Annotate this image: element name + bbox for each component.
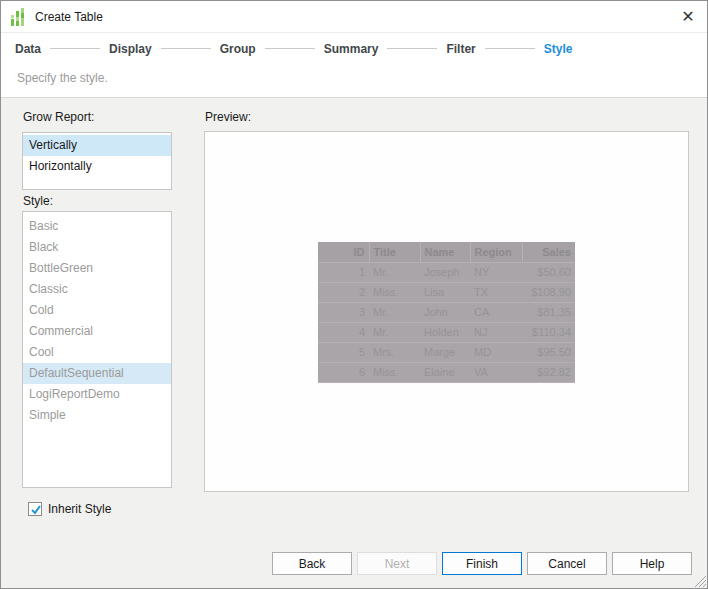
checkmark-icon	[30, 504, 42, 516]
grow-option-vertically[interactable]: Vertically	[23, 135, 171, 156]
step-connector	[50, 48, 100, 49]
preview-table-header: ID Title Name Region Sales	[318, 242, 575, 262]
style-option-classic[interactable]: Classic	[23, 279, 171, 300]
style-option-logireportdemo[interactable]: LogiReportDemo	[23, 384, 171, 405]
inherit-style-label: Inherit Style	[48, 502, 111, 516]
wizard-steps: Data Display Group Summary Filter Style	[15, 34, 572, 63]
step-connector	[161, 48, 211, 49]
style-label: Style:	[23, 194, 53, 208]
close-icon[interactable]: ✕	[679, 8, 697, 26]
step-group[interactable]: Group	[220, 42, 256, 56]
preview-area: ID Title Name Region Sales 1Mr.JosephNY$…	[204, 131, 689, 492]
dialog-header: Create Table ✕ Data Display Group Summar…	[1, 1, 707, 98]
col-header-name: Name	[420, 242, 470, 262]
step-display[interactable]: Display	[109, 42, 152, 56]
titlebar: Create Table ✕	[1, 1, 707, 33]
col-header-id: ID	[318, 242, 369, 262]
style-option-defaultsequential[interactable]: DefaultSequential	[23, 363, 171, 384]
table-row: 4Mr.HoldenNJ$110,34	[318, 322, 575, 342]
style-option-cold[interactable]: Cold	[23, 300, 171, 321]
step-connector	[387, 48, 437, 49]
step-connector	[265, 48, 315, 49]
help-button[interactable]: Help	[612, 552, 692, 575]
table-row: 5Mrs.MargeMD$95.50	[318, 342, 575, 362]
style-option-black[interactable]: Black	[23, 237, 171, 258]
grow-option-horizontally[interactable]: Horizontally	[23, 156, 171, 177]
dialog-title: Create Table	[35, 10, 103, 24]
style-option-bottlegreen[interactable]: BottleGreen	[23, 258, 171, 279]
grow-report-label: Grow Report:	[23, 110, 94, 124]
resize-grip[interactable]	[692, 573, 706, 587]
step-summary[interactable]: Summary	[324, 42, 379, 56]
step-style[interactable]: Style	[544, 42, 573, 56]
preview-table: ID Title Name Region Sales 1Mr.JosephNY$…	[318, 242, 575, 383]
col-header-region: Region	[470, 242, 522, 262]
table-row: 1Mr.JosephNY$50,60	[318, 262, 575, 282]
table-row: 3Mr.JohnCA$81,35	[318, 302, 575, 322]
col-header-sales: Sales	[522, 242, 575, 262]
step-description: Specify the style.	[17, 71, 108, 85]
style-option-cool[interactable]: Cool	[23, 342, 171, 363]
create-table-dialog: Create Table ✕ Data Display Group Summar…	[0, 0, 708, 589]
next-button[interactable]: Next	[357, 552, 437, 575]
step-data[interactable]: Data	[15, 42, 41, 56]
style-option-commercial[interactable]: Commercial	[23, 321, 171, 342]
style-option-basic[interactable]: Basic	[23, 216, 171, 237]
cancel-button[interactable]: Cancel	[527, 552, 607, 575]
step-filter[interactable]: Filter	[446, 42, 475, 56]
table-chart-icon	[10, 8, 26, 26]
preview-label: Preview:	[205, 110, 251, 124]
style-listbox: Basic Black BottleGreen Classic Cold Com…	[22, 211, 172, 488]
table-row: 2Miss.LisaTX$108,90	[318, 282, 575, 302]
col-header-title: Title	[369, 242, 420, 262]
inherit-style-row: Inherit Style	[28, 502, 111, 516]
grow-report-listbox: Vertically Horizontally	[22, 132, 172, 190]
inherit-style-checkbox[interactable]	[28, 502, 42, 516]
dialog-buttons: Back Next Finish Cancel Help	[272, 552, 697, 575]
table-row: 6Miss.ElaineVA$92.82	[318, 362, 575, 382]
finish-button[interactable]: Finish	[442, 552, 522, 575]
back-button[interactable]: Back	[272, 552, 352, 575]
style-option-simple[interactable]: Simple	[23, 405, 171, 426]
step-connector	[485, 48, 535, 49]
